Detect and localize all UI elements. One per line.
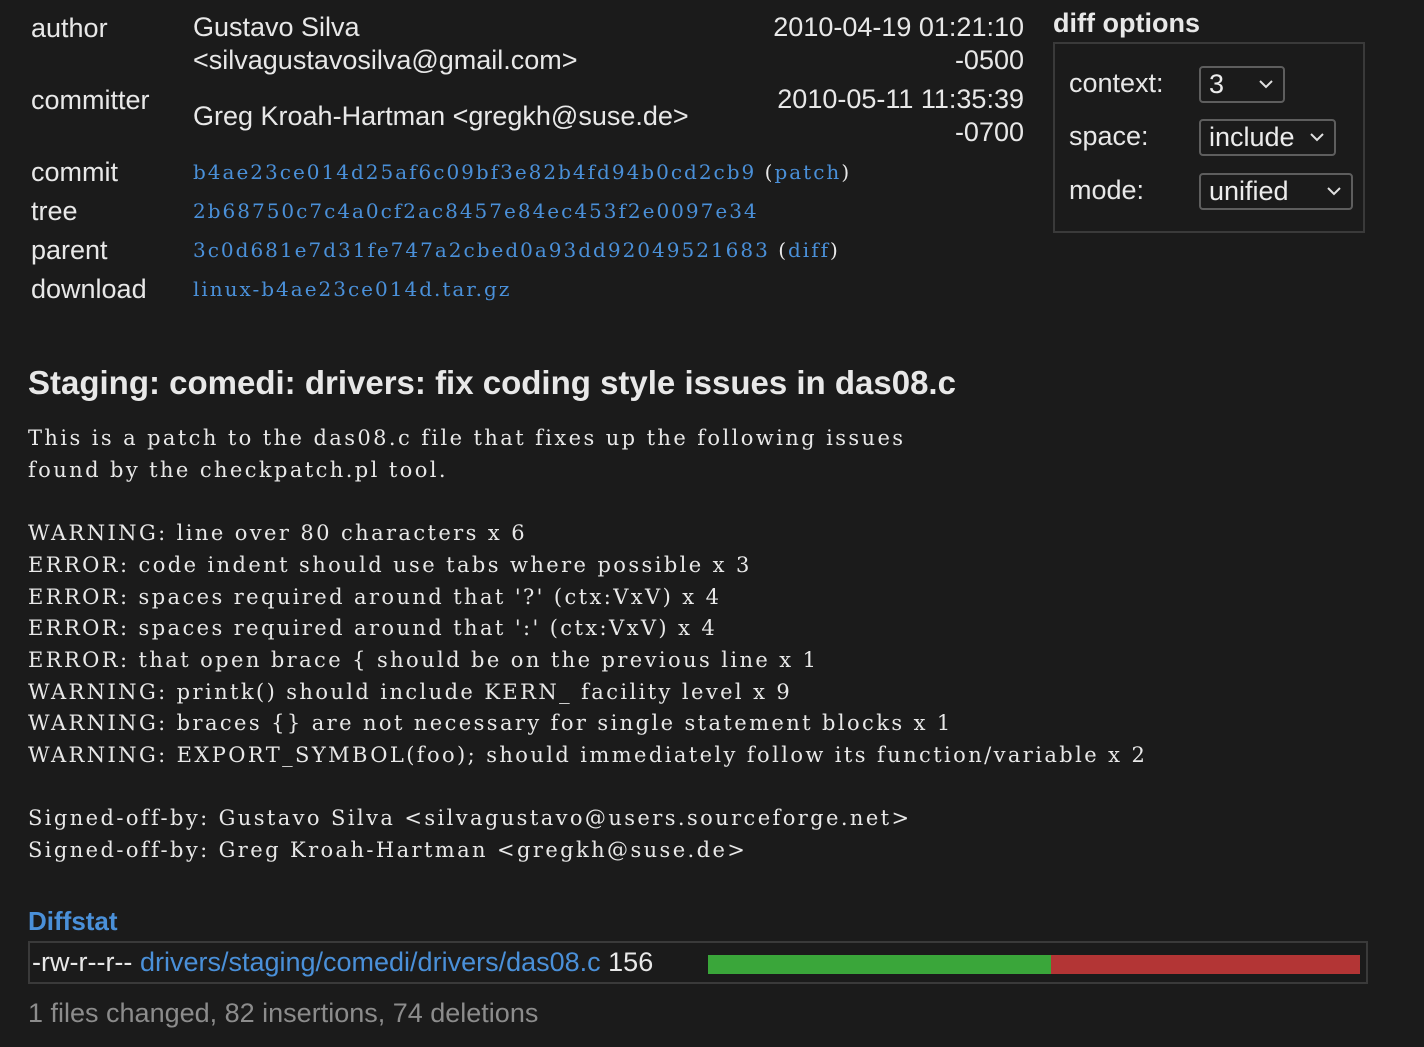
context-label: context: [1069,68,1164,98]
parent-hash-link[interactable]: 3c0d681e7d31fe747a2cbed0a93dd92049521683 [193,238,770,262]
context-value: 3 [1209,69,1225,99]
diff-link[interactable]: diff [788,238,830,262]
chevron-down-icon [1259,80,1273,89]
author-name: Gustavo Silva [193,12,360,42]
diff-options-panel: context: 3 space: include mode: unified [1053,42,1365,233]
commit-label: commit [31,157,118,187]
space-select[interactable]: include [1199,119,1336,156]
paren-close: ) [830,238,840,262]
diffstat-table: -rw-r--r-- drivers/staging/comedi/driver… [28,941,1368,984]
committer-date: 2010-05-11 11:35:39 [777,84,1024,114]
diffstat-summary: 1 files changed, 82 insertions, 74 delet… [28,998,539,1028]
chevron-down-icon [1327,187,1341,196]
tree-hash-link[interactable]: 2b68750c7c4a0cf2ac8457e84ec453f2e0097e34 [193,199,759,223]
context-select[interactable]: 3 [1199,66,1285,103]
download-link[interactable]: linux-b4ae23ce014d.tar.gz [193,277,511,301]
patch-link[interactable]: patch [774,160,841,184]
diffstat-row: -rw-r--r-- drivers/staging/comedi/driver… [32,947,653,978]
commit-hash-link[interactable]: b4ae23ce014d25af6c09bf3e82b4fd94b0cd2cb9 [193,160,756,184]
paren-open: ( [764,160,775,184]
space-label: space: [1069,121,1149,151]
commit-message-body: This is a patch to the das08.c file that… [28,426,1148,863]
author-label: author [31,13,108,43]
insertions-bar [708,955,1051,974]
file-mode: -rw-r--r-- [32,947,133,977]
diffstat-file-link[interactable]: drivers/staging/comedi/drivers/das08.c [140,947,601,977]
mode-value: unified [1209,176,1289,206]
deletions-bar [1051,955,1360,974]
space-value: include [1209,122,1295,152]
change-count: 156 [608,947,654,977]
author-email: <silvagustavosilva@gmail.com> [193,45,578,75]
paren-close: ) [841,160,852,184]
chevron-down-icon [1310,133,1324,142]
committer-label: committer [31,85,150,115]
mode-label: mode: [1069,175,1145,205]
download-label: download [31,274,147,304]
tree-label: tree [31,196,78,226]
commit-subject: Staging: comedi: drivers: fix coding sty… [28,364,956,401]
paren-open: ( [778,238,788,262]
parent-label: parent [31,235,108,265]
diffstat-title: Diffstat [28,906,118,936]
diff-options-title: diff options [1053,8,1200,38]
author-date: 2010-04-19 01:21:10 [773,12,1024,42]
committer-value: Greg Kroah-Hartman <gregkh@suse.de> [193,101,689,131]
committer-timezone: -0700 [954,117,1024,147]
author-timezone: -0500 [954,45,1024,75]
mode-select[interactable]: unified [1199,173,1353,210]
